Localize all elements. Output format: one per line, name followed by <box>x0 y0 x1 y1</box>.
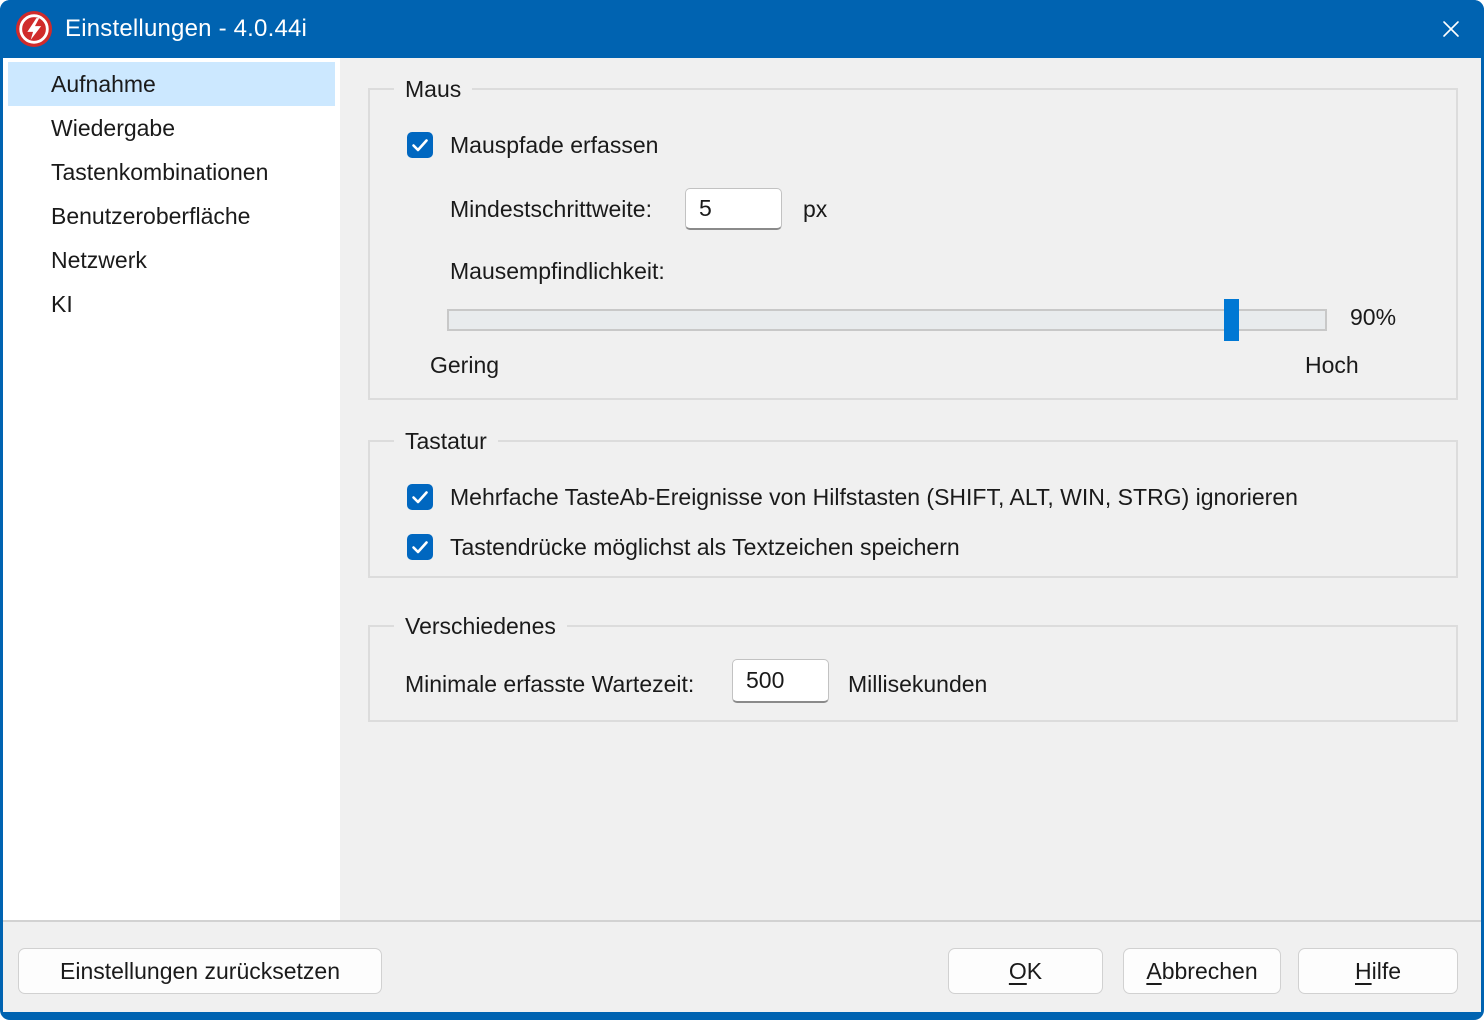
group-tastatur-legend: Tastatur <box>394 426 498 456</box>
mousepaths-checkbox[interactable] <box>407 132 433 158</box>
min-step-unit: px <box>803 194 827 224</box>
sidebar-item-netzwerk[interactable]: Netzwerk <box>8 238 335 282</box>
close-icon <box>1437 15 1465 43</box>
close-button[interactable] <box>1418 0 1484 58</box>
sensitivity-slider[interactable] <box>447 309 1327 331</box>
checkmark-icon <box>407 484 433 510</box>
min-wait-unit: Millisekunden <box>848 669 987 699</box>
sidebar-item-label: Wiedergabe <box>51 115 175 142</box>
slider-high-label: Hoch <box>1305 350 1359 380</box>
help-button[interactable]: Hilfe <box>1298 948 1458 994</box>
sensitivity-value: 90% <box>1350 302 1396 332</box>
group-verschiedenes-legend: Verschiedenes <box>394 611 567 641</box>
reset-settings-label: Einstellungen zurücksetzen <box>60 958 340 985</box>
sidebar-item-label: Benutzeroberfläche <box>51 203 250 230</box>
sidebar-item-label: Aufnahme <box>51 71 156 98</box>
footer-divider <box>3 920 1481 922</box>
sidebar-item-aufnahme[interactable]: Aufnahme <box>8 62 335 106</box>
group-maus-legend: Maus <box>394 74 472 104</box>
checkmark-icon <box>407 132 433 158</box>
slider-thumb[interactable] <box>1224 299 1239 341</box>
ok-button[interactable]: OK <box>948 948 1103 994</box>
ignore-keyup-row: Mehrfache TasteAb-Ereignisse von Hilfsta… <box>407 482 1298 512</box>
checkmark-icon <box>407 534 433 560</box>
group-verschiedenes: Verschiedenes Minimale erfasste Wartezei… <box>368 625 1458 722</box>
sidebar-item-wiedergabe[interactable]: Wiedergabe <box>8 106 335 150</box>
cancel-button[interactable]: Abbrechen <box>1123 948 1281 994</box>
app-lightning-icon <box>15 10 53 48</box>
min-wait-label: Minimale erfasste Wartezeit: <box>405 669 694 699</box>
mousepaths-label: Mauspfade erfassen <box>450 130 658 160</box>
help-label: H <box>1355 958 1372 984</box>
ok-label: O <box>1009 958 1027 984</box>
textchars-label: Tastendrücke möglichst als Textzeichen s… <box>450 532 960 562</box>
window-title: Einstellungen - 4.0.44i <box>65 15 307 43</box>
reset-settings-button[interactable]: Einstellungen zurücksetzen <box>18 948 382 994</box>
textchars-row: Tastendrücke möglichst als Textzeichen s… <box>407 532 960 562</box>
min-step-input[interactable] <box>685 188 782 230</box>
sidebar-item-label: KI <box>51 291 73 318</box>
sidebar-item-benutzeroberflaeche[interactable]: Benutzeroberfläche <box>8 194 335 238</box>
titlebar: Einstellungen - 4.0.44i <box>0 0 1484 58</box>
dialog-content: Aufnahme Wiedergabe Tastenkombinationen … <box>3 58 1481 1012</box>
sidebar: Aufnahme Wiedergabe Tastenkombinationen … <box>3 58 340 920</box>
group-tastatur: Tastatur Mehrfache TasteAb-Ereignisse vo… <box>368 440 1458 578</box>
sidebar-item-tastenkombinationen[interactable]: Tastenkombinationen <box>8 150 335 194</box>
sidebar-item-label: Tastenkombinationen <box>51 159 268 186</box>
slider-low-label: Gering <box>430 350 499 380</box>
sensitivity-label: Mausempfindlichkeit: <box>450 256 665 286</box>
ignore-keyup-checkbox[interactable] <box>407 484 433 510</box>
min-wait-input[interactable] <box>732 659 829 703</box>
sidebar-item-label: Netzwerk <box>51 247 147 274</box>
ignore-keyup-label: Mehrfache TasteAb-Ereignisse von Hilfsta… <box>450 482 1298 512</box>
mousepaths-row: Mauspfade erfassen <box>407 130 658 160</box>
cancel-label: A <box>1146 958 1161 984</box>
sidebar-item-ki[interactable]: KI <box>8 282 335 326</box>
group-maus: Maus Mauspfade erfassen Mindestschrittwe… <box>368 88 1458 400</box>
textchars-checkbox[interactable] <box>407 534 433 560</box>
settings-dialog: Einstellungen - 4.0.44i Aufnahme Wiederg… <box>0 0 1484 1020</box>
min-step-label: Mindestschrittweite: <box>450 194 652 224</box>
